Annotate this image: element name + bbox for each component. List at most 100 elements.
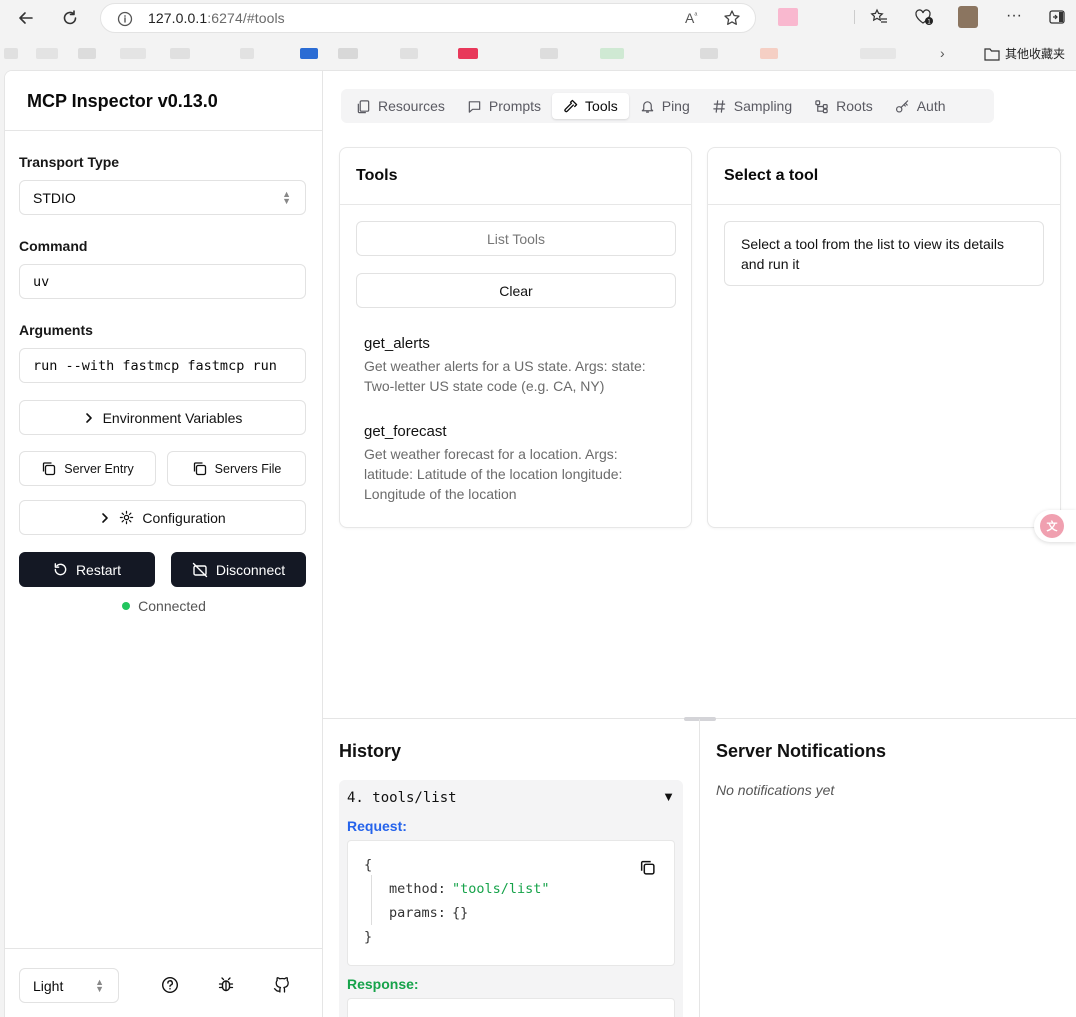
- health-icon[interactable]: 1: [914, 8, 934, 26]
- translate-button[interactable]: 文: [1034, 510, 1076, 542]
- tab-roots[interactable]: Roots: [803, 93, 884, 119]
- extension-icon[interactable]: [778, 8, 798, 26]
- bookmark-item[interactable]: [860, 48, 896, 59]
- disconnect-label: Disconnect: [215, 561, 286, 578]
- bottom-panel: History 4. tools/list ▼ Request: { metho…: [323, 717, 1076, 1017]
- browser-toolbar: 127.0.0.1:6274/#tools Aᵃ 1 ···: [0, 0, 1076, 36]
- history-panel: History 4. tools/list ▼ Request: { metho…: [323, 719, 700, 1017]
- bookmark-item[interactable]: [600, 48, 624, 59]
- request-label: Request:: [347, 818, 407, 834]
- other-bookmarks[interactable]: 其他收藏夹: [984, 45, 1065, 62]
- message-icon: [468, 100, 481, 113]
- info-icon[interactable]: [117, 11, 133, 32]
- notifications-empty: No notifications yet: [716, 782, 835, 798]
- tool-description: Get weather forecast for a location. Arg…: [364, 446, 623, 502]
- mcp-inspector-app: MCP Inspector v0.13.0 Transport Type STD…: [4, 70, 1076, 1017]
- more-menu-icon[interactable]: ···: [1006, 7, 1022, 25]
- bookmark-item[interactable]: [170, 48, 190, 59]
- translate-icon: 文: [1040, 514, 1064, 538]
- tool-item-get-forecast[interactable]: get_forecast Get weather forecast for a …: [364, 423, 664, 504]
- favorite-star-icon[interactable]: [723, 9, 741, 32]
- favorites-icon[interactable]: [870, 8, 888, 26]
- history-entry[interactable]: 4. tools/list ▼ Request: { method: "tool…: [339, 780, 683, 1017]
- bookmark-item[interactable]: [760, 48, 778, 59]
- indent-guide: [371, 875, 372, 925]
- disconnect-button[interactable]: Disconnect: [171, 552, 306, 587]
- notifications-title: Server Notifications: [716, 741, 887, 761]
- back-icon[interactable]: [12, 6, 40, 30]
- main-panel: Resources Prompts Tools Ping Sampling Ro…: [323, 71, 1076, 1017]
- configuration-label: Configuration: [142, 509, 226, 526]
- notifications-panel: Server Notifications No notifications ye…: [700, 719, 1076, 1017]
- read-aloud-icon[interactable]: Aᵃ: [685, 10, 697, 26]
- bookmark-item[interactable]: [700, 48, 718, 59]
- bookmark-item[interactable]: [36, 48, 58, 59]
- environment-variables-button[interactable]: Environment Variables: [19, 400, 306, 435]
- bookmark-item[interactable]: [78, 48, 96, 59]
- history-entry-title: 4. tools/list: [347, 790, 457, 806]
- json-value: "tools/list": [452, 881, 550, 897]
- json-key: method:: [389, 881, 446, 897]
- gear-icon: [120, 510, 134, 525]
- collapse-toggle-icon[interactable]: ▼: [662, 789, 675, 804]
- unplug-icon: [192, 562, 208, 577]
- tab-bar: Resources Prompts Tools Ping Sampling Ro…: [341, 89, 994, 123]
- bookmark-item[interactable]: [240, 48, 254, 59]
- tool-item-get-alerts[interactable]: get_alerts Get weather alerts for a US s…: [364, 335, 664, 396]
- tab-label: Sampling: [733, 98, 793, 114]
- tab-ping[interactable]: Ping: [629, 93, 701, 119]
- bookmark-item[interactable]: [4, 48, 18, 59]
- bookmark-item[interactable]: [120, 48, 146, 59]
- github-icon[interactable]: [273, 976, 291, 994]
- bookmark-item[interactable]: [540, 48, 558, 59]
- clear-button[interactable]: Clear: [356, 273, 676, 308]
- bell-icon: [641, 100, 653, 113]
- list-tools-button[interactable]: List Tools: [356, 221, 676, 256]
- help-icon[interactable]: [161, 976, 179, 994]
- select-arrows-icon: ▲ ▼: [95, 977, 104, 994]
- profile-avatar[interactable]: [958, 6, 978, 28]
- folder-icon: [984, 47, 1000, 61]
- select-arrows-icon: ▲ ▼: [282, 189, 291, 206]
- bookmark-item[interactable]: [458, 48, 478, 59]
- tab-resources[interactable]: Resources: [345, 93, 456, 119]
- tools-card: Tools List Tools Clear get_alerts Get we…: [339, 147, 692, 528]
- history-title: History: [339, 741, 402, 761]
- status-label: Connected: [138, 598, 206, 614]
- arguments-input[interactable]: run --with fastmcp fastmcp run: [19, 348, 306, 383]
- tab-label: Resources: [378, 98, 445, 114]
- configuration-button[interactable]: Configuration: [19, 500, 306, 535]
- other-bookmarks-label: 其他收藏夹: [1005, 47, 1066, 61]
- connection-status: Connected: [5, 598, 323, 614]
- json-brace: {: [364, 857, 373, 873]
- tab-auth[interactable]: Auth: [884, 93, 957, 119]
- bookmarks-bar: › 其他收藏夹: [0, 36, 1076, 70]
- theme-select[interactable]: Light ▲ ▼: [19, 968, 119, 1003]
- tools-card-title: Tools: [340, 148, 691, 205]
- tab-sampling[interactable]: Sampling: [701, 93, 803, 119]
- restart-button[interactable]: Restart: [19, 552, 155, 587]
- bug-icon[interactable]: [217, 976, 235, 994]
- sidebar-toggle-icon[interactable]: [1048, 8, 1066, 26]
- chevron-right-icon[interactable]: ›: [940, 45, 945, 61]
- bookmark-item[interactable]: [338, 48, 358, 59]
- transport-type-select[interactable]: STDIO ▲ ▼: [19, 180, 306, 215]
- tab-prompts[interactable]: Prompts: [456, 93, 552, 119]
- server-entry-label: Server Entry: [64, 461, 134, 476]
- arguments-label: Arguments: [19, 322, 93, 338]
- servers-file-button[interactable]: Servers File: [167, 451, 306, 486]
- reload-icon[interactable]: [56, 6, 84, 30]
- command-input[interactable]: uv: [19, 264, 306, 299]
- tree-icon: [815, 99, 828, 113]
- json-brace: }: [364, 929, 373, 945]
- bookmark-item[interactable]: [300, 48, 318, 59]
- tab-tools[interactable]: Tools: [552, 93, 629, 119]
- copy-icon[interactable]: [639, 859, 656, 876]
- restart-icon: [54, 563, 67, 576]
- hash-icon: [713, 99, 726, 113]
- server-entry-button[interactable]: Server Entry: [19, 451, 156, 486]
- bookmark-item[interactable]: [400, 48, 418, 59]
- address-bar[interactable]: 127.0.0.1:6274/#tools Aᵃ: [100, 3, 756, 33]
- app-title: MCP Inspector v0.13.0: [5, 71, 322, 131]
- servers-file-label: Servers File: [214, 461, 282, 476]
